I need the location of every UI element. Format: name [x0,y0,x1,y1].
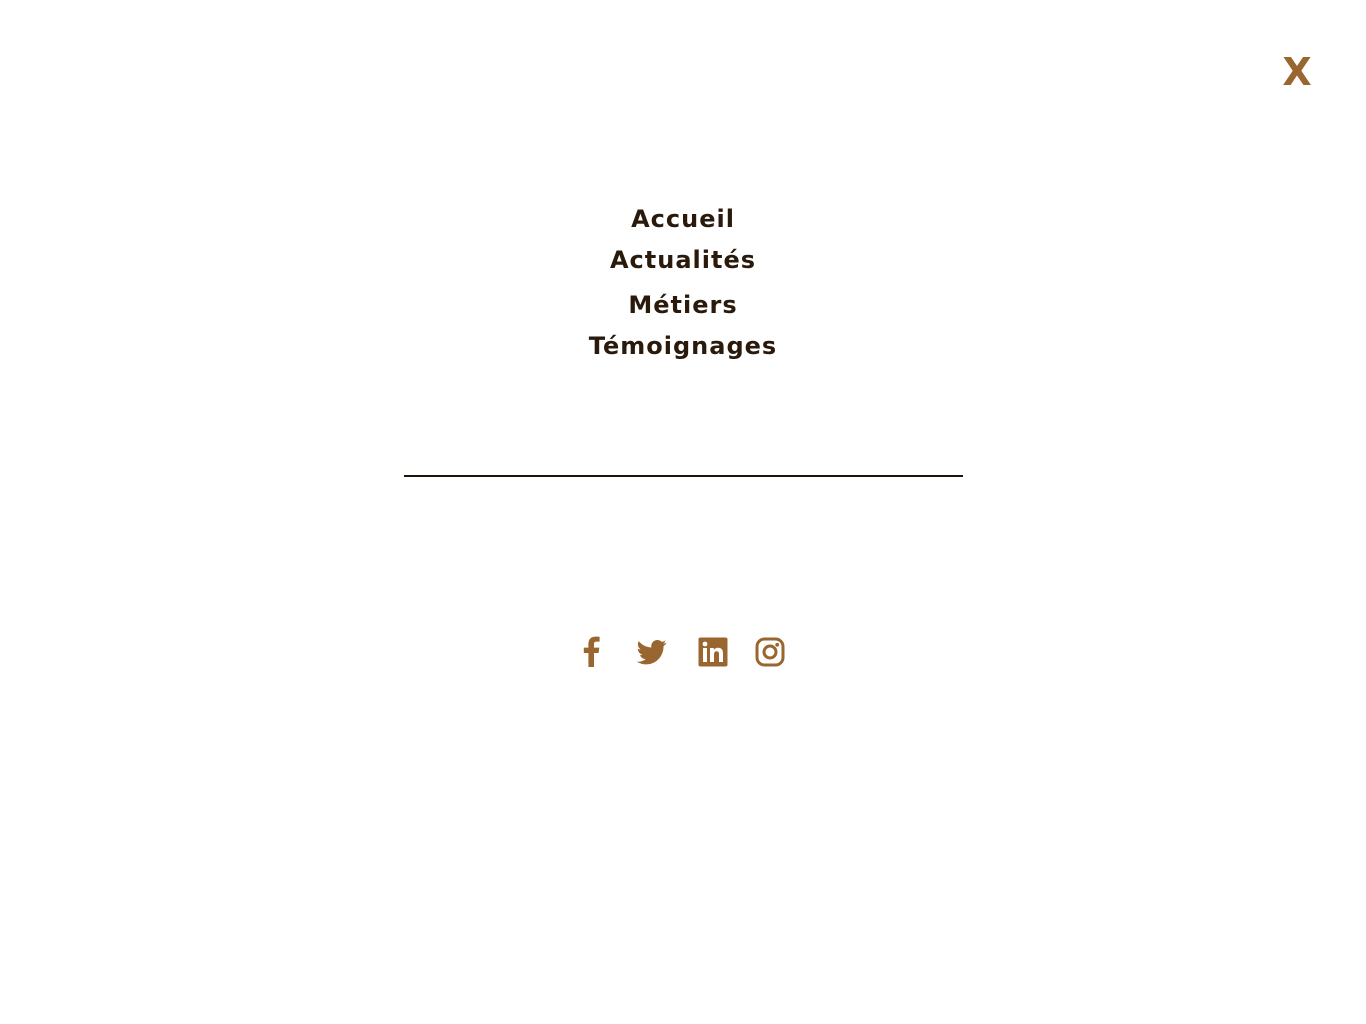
divider [404,475,963,477]
instagram-link[interactable] [755,637,785,667]
nav-item-temoignages[interactable]: Témoignages [0,330,1366,362]
facebook-link[interactable] [578,635,604,667]
close-menu-button[interactable]: X [1280,50,1314,94]
instagram-icon [755,637,785,667]
facebook-icon [583,636,600,667]
nav-item-accueil[interactable]: Accueil [0,203,1366,235]
nav-item-actualites[interactable]: Actualités [0,244,1366,276]
twitter-icon [636,640,667,665]
linkedin-link[interactable] [698,637,728,667]
linkedin-icon [698,637,728,667]
nav-item-metiers[interactable]: Métiers [0,289,1366,321]
twitter-link[interactable] [636,637,668,667]
